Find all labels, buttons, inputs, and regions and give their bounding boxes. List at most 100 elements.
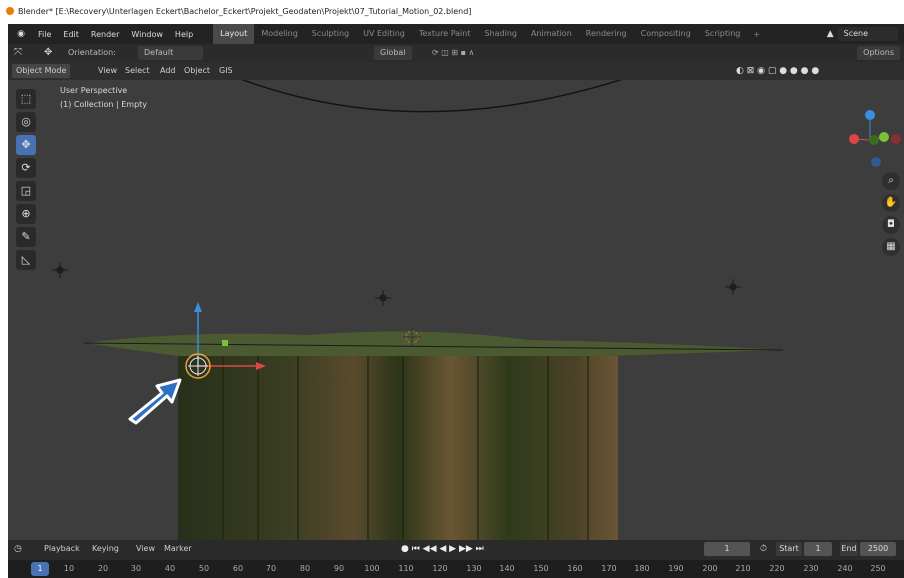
- select-tool-icon[interactable]: ⬚: [16, 89, 36, 109]
- camera-view-icon[interactable]: ◘: [882, 216, 900, 234]
- frame-tick: 180: [634, 564, 650, 573]
- tab-animation[interactable]: Animation: [524, 24, 579, 44]
- editor-type-icon[interactable]: ⤧: [14, 44, 22, 62]
- options-dropdown[interactable]: Options: [857, 46, 900, 60]
- frame-tick: 190: [668, 564, 684, 573]
- frame-tick: 230: [803, 564, 819, 573]
- menu-help[interactable]: Help: [169, 30, 199, 39]
- timeline-menu-keying[interactable]: Keying: [92, 540, 119, 558]
- timeline-editor-icon[interactable]: ◷: [14, 540, 22, 558]
- viewport-scene: [52, 80, 901, 540]
- tab-rendering[interactable]: Rendering: [579, 24, 634, 44]
- blender-logo-icon: [6, 7, 14, 15]
- viewport-menu-select[interactable]: Select: [121, 64, 154, 78]
- frame-tick: 90: [333, 564, 345, 573]
- frame-tick: 70: [265, 564, 277, 573]
- timeline-menu-marker[interactable]: Marker: [164, 540, 192, 558]
- move-tool-button-icon[interactable]: ✥: [16, 135, 36, 155]
- tab-modeling[interactable]: Modeling: [254, 24, 304, 44]
- blender-window: ◉ File Edit Render Window Help Layout Mo…: [8, 24, 904, 578]
- frame-tick: 10: [63, 564, 75, 573]
- frame-tick: 250: [870, 564, 886, 573]
- cursor-tool-icon[interactable]: ◎: [16, 112, 36, 132]
- 3d-viewport[interactable]: User Perspective (1) Collection | Empty …: [8, 80, 904, 540]
- frame-tick: 20: [97, 564, 109, 573]
- timeline-header: ◷ Playback Keying View Marker ● ⏮ ◀◀ ◀ ▶…: [8, 540, 904, 558]
- scene-selector: ▲ Scene: [827, 24, 904, 44]
- pan-hand-icon[interactable]: ✋: [882, 194, 900, 212]
- end-label: End: [840, 542, 858, 556]
- transform-tool-icon[interactable]: ⊕: [16, 204, 36, 224]
- tab-compositing[interactable]: Compositing: [634, 24, 698, 44]
- frame-tick: 30: [130, 564, 142, 573]
- frame-tick: 120: [432, 564, 448, 573]
- tab-shading[interactable]: Shading: [477, 24, 524, 44]
- blender-menu-icon[interactable]: ◉: [16, 29, 26, 39]
- menu-window[interactable]: Window: [125, 30, 169, 39]
- tab-uv-editing[interactable]: UV Editing: [356, 24, 412, 44]
- orientation-dropdown[interactable]: Default: [138, 46, 204, 60]
- window-title: Blender* [E:\Recovery\Unterlagen Eckert\…: [18, 7, 472, 16]
- curve-line: [241, 80, 623, 113]
- tab-scripting[interactable]: Scripting: [698, 24, 748, 44]
- extruded-terrain: [178, 356, 618, 540]
- current-frame-marker[interactable]: 1: [31, 562, 49, 576]
- timeline-menu-playback[interactable]: Playback: [44, 540, 80, 558]
- menu-edit[interactable]: Edit: [57, 30, 85, 39]
- start-label: Start: [776, 542, 802, 556]
- timeline-ruler[interactable]: 1 10 20 30 40 50 60 70 80 90 100 110 120…: [8, 560, 904, 578]
- tab-texture-paint[interactable]: Texture Paint: [412, 24, 478, 44]
- frame-tick: 100: [364, 564, 380, 573]
- frame-tick: 60: [232, 564, 244, 573]
- navigation-gizmo[interactable]: [849, 110, 901, 167]
- viewport-menu-add[interactable]: Add: [156, 64, 180, 78]
- frame-tick: 130: [466, 564, 482, 573]
- timeline-menu-view[interactable]: View: [136, 540, 155, 558]
- viewport-gizmo-toggles-icon[interactable]: ◐ ⊠ ◉ ▢ ● ● ● ●: [732, 64, 823, 78]
- viewport-menu-gis[interactable]: GIS: [215, 64, 237, 78]
- transform-orientation-dropdown[interactable]: Global: [374, 46, 412, 60]
- end-frame-field[interactable]: 2500: [860, 542, 896, 556]
- object-mode-dropdown[interactable]: Object Mode: [12, 64, 71, 78]
- move-tool-icon: ✥: [44, 47, 53, 58]
- annotate-tool-icon[interactable]: ✎: [16, 227, 36, 247]
- viewport-menu-object[interactable]: Object: [180, 64, 214, 78]
- current-frame-field[interactable]: 1: [704, 542, 750, 556]
- orientation-label: Orientation:: [68, 48, 116, 57]
- tab-sculpting[interactable]: Sculpting: [305, 24, 356, 44]
- scene-icon[interactable]: ▲: [827, 29, 834, 39]
- frame-tick: 110: [398, 564, 414, 573]
- menu-render[interactable]: Render: [85, 30, 125, 39]
- start-frame-field[interactable]: 1: [804, 542, 832, 556]
- light-objects: [52, 262, 741, 306]
- viewport-collection-label: (1) Collection | Empty: [60, 100, 148, 109]
- frame-tick: 80: [299, 564, 311, 573]
- scale-tool-icon[interactable]: ◲: [16, 181, 36, 201]
- pivot-icon[interactable]: ⟳ ◫ ⊞ ▪ ∧: [432, 44, 474, 62]
- zoom-icon[interactable]: ⌕: [882, 172, 900, 190]
- playback-controls-icon[interactable]: ● ⏮ ◀◀ ◀ ▶ ▶▶ ⏭: [401, 540, 484, 558]
- frame-tick: 210: [735, 564, 751, 573]
- top-menubar: ◉ File Edit Render Window Help Layout Mo…: [8, 24, 904, 44]
- add-workspace-icon[interactable]: +: [747, 30, 766, 39]
- frame-tick: 240: [837, 564, 853, 573]
- menu-file[interactable]: File: [32, 30, 57, 39]
- measure-tool-icon[interactable]: ◺: [16, 250, 36, 270]
- window-titlebar: Blender* [E:\Recovery\Unterlagen Eckert\…: [0, 0, 904, 24]
- frame-tick: 220: [769, 564, 785, 573]
- tab-layout[interactable]: Layout: [213, 24, 255, 44]
- frame-tick: 150: [533, 564, 549, 573]
- grid-view-icon[interactable]: ▦: [882, 238, 900, 256]
- frame-tick: 200: [702, 564, 718, 573]
- viewport-perspective-label: User Perspective: [60, 86, 128, 95]
- frame-tick: 160: [567, 564, 583, 573]
- left-toolbar: ⬚ ◎ ✥ ⟳ ◲ ⊕ ✎ ◺: [12, 86, 40, 273]
- timeline-editor: ◷ Playback Keying View Marker ● ⏮ ◀◀ ◀ ▶…: [8, 540, 904, 578]
- stopwatch-icon[interactable]: ⏱: [760, 540, 767, 558]
- viewport-menu-view[interactable]: View: [94, 64, 121, 78]
- rotate-tool-icon[interactable]: ⟳: [16, 158, 36, 178]
- tool-settings-header: ⤧ ✥ Orientation: Default Global ⟳ ◫ ⊞ ▪ …: [8, 44, 904, 62]
- scene-name-field[interactable]: Scene: [837, 27, 898, 41]
- frame-tick: 170: [601, 564, 617, 573]
- arrow-annotation: [128, 378, 182, 425]
